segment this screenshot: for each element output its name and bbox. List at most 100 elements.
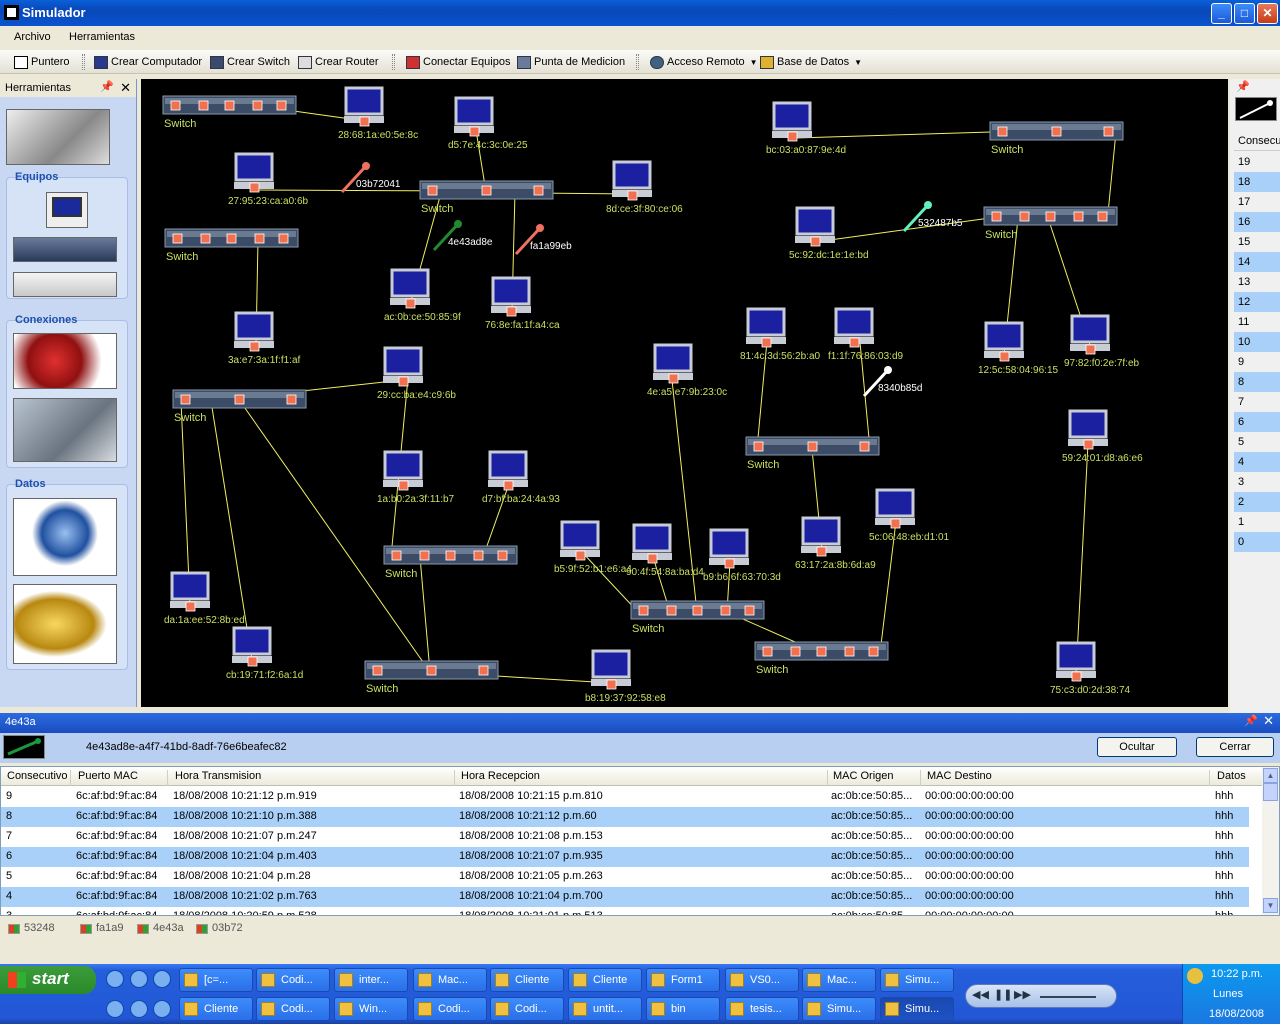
switch-port[interactable]	[224, 100, 235, 111]
computer-node[interactable]: b5:9f:52:b1:e6:a4	[554, 520, 632, 575]
switch-port[interactable]	[226, 233, 237, 244]
switch-port[interactable]	[234, 394, 245, 405]
switch-port[interactable]	[1051, 126, 1062, 137]
measurement-probe[interactable]: 532487b5	[902, 201, 963, 233]
taskbar-item[interactable]: tesis...	[725, 997, 799, 1021]
computer-port[interactable]	[398, 480, 409, 491]
monitor-icon[interactable]	[875, 488, 915, 518]
consecutivo-item[interactable]: 3	[1234, 472, 1280, 492]
switch-port[interactable]	[720, 605, 731, 616]
switch-port[interactable]	[198, 100, 209, 111]
close-icon[interactable]: ✕	[120, 80, 131, 96]
pin-icon[interactable]: 📌	[100, 80, 114, 93]
switch-port[interactable]	[276, 100, 287, 111]
pin-icon[interactable]: 📌	[1244, 714, 1258, 727]
punta-medicion-button[interactable]: Punta de Medicion	[517, 54, 625, 70]
computer-node[interactable]: 28:68:1a:e0:5e:8c	[338, 86, 418, 141]
network-link[interactable]	[1075, 442, 1089, 676]
consecutivo-item[interactable]: 6	[1234, 412, 1280, 432]
consecutivo-item[interactable]: 17	[1234, 192, 1280, 212]
switch-port[interactable]	[1073, 211, 1084, 222]
switch-port[interactable]	[807, 441, 818, 452]
quicklaunch-icon[interactable]	[130, 1000, 148, 1018]
computer-node[interactable]: d7:bf:ba:24:4a:93	[482, 450, 560, 505]
switch-node[interactable]: Switch	[745, 436, 880, 471]
switch-port[interactable]	[286, 394, 297, 405]
crear-switch-button[interactable]: Crear Switch	[210, 54, 290, 70]
computer-port[interactable]	[668, 373, 679, 384]
col-hora-recepcion[interactable]: Hora Recepcion	[456, 770, 828, 786]
taskbar-item[interactable]: bin	[646, 997, 720, 1021]
network-link[interactable]	[1107, 131, 1117, 214]
media-controls[interactable]: ◀◀ ❚❚ ▶▶	[965, 984, 1117, 1008]
computer-node[interactable]: 97:82:f0:2e:7f:eb	[1064, 314, 1140, 369]
monitor-icon[interactable]	[984, 321, 1024, 351]
taskbar-item[interactable]: Simu...	[880, 968, 954, 992]
table-row[interactable]: 7 6c:af:bd:9f:ac:84 18/08/2008 10:21:07 p.…	[1, 827, 1249, 847]
monitor-icon[interactable]	[383, 346, 423, 376]
computer-port[interactable]	[999, 351, 1010, 362]
monitor-icon[interactable]	[234, 152, 274, 182]
col-mac-destino[interactable]: MAC Destino	[922, 770, 1210, 786]
switch-port[interactable]	[252, 100, 263, 111]
switch-port[interactable]	[744, 605, 755, 616]
monitor-icon[interactable]	[612, 160, 652, 190]
scroll-thumb[interactable]	[1263, 783, 1278, 801]
consecutivo-item[interactable]: 19	[1234, 152, 1280, 172]
switch-port[interactable]	[533, 185, 544, 196]
taskbar-item[interactable]: Codi...	[490, 997, 564, 1021]
monitor-icon[interactable]	[383, 450, 423, 480]
computer-node[interactable]: 90:4f:54:8a:ba:d4	[626, 523, 704, 578]
consecutivo-item[interactable]: 2	[1234, 492, 1280, 512]
computer-port[interactable]	[647, 553, 658, 564]
computer-port[interactable]	[810, 236, 821, 247]
computer-port[interactable]	[849, 337, 860, 348]
table-row[interactable]: 8 6c:af:bd:9f:ac:84 18/08/2008 10:21:10 p.…	[1, 807, 1249, 827]
switch-port[interactable]	[666, 605, 677, 616]
consecutivo-item[interactable]: 11	[1234, 312, 1280, 332]
crear-computador-button[interactable]: Crear Computador	[94, 54, 202, 70]
computer-node[interactable]: 27:95:23:ca:a0:6b	[228, 152, 309, 207]
consecutivo-item[interactable]: 7	[1234, 392, 1280, 412]
table-row[interactable]: 9 6c:af:bd:9f:ac:84 18/08/2008 10:21:12 p.…	[1, 787, 1249, 807]
consecutivo-item[interactable]: 8	[1234, 372, 1280, 392]
minimize-button[interactable]: _	[1211, 3, 1232, 24]
computer-port[interactable]	[606, 679, 617, 690]
messenger-icon[interactable]	[106, 970, 124, 988]
consecutivo-item[interactable]: 13	[1234, 272, 1280, 292]
switch-port[interactable]	[391, 550, 402, 561]
switch-port[interactable]	[816, 646, 827, 657]
maximize-button[interactable]: □	[1234, 3, 1255, 24]
computer-port[interactable]	[1071, 671, 1082, 682]
remote-access-tool[interactable]	[13, 498, 117, 576]
taskbar-item[interactable]: Form1	[646, 968, 720, 992]
switch-port[interactable]	[426, 665, 437, 676]
switch-port[interactable]	[481, 185, 492, 196]
user-tray-icon[interactable]	[1187, 968, 1203, 984]
switch-port[interactable]	[1045, 211, 1056, 222]
computer-port[interactable]	[185, 601, 196, 612]
taskbar-item[interactable]: Simu...	[880, 997, 954, 1021]
computer-port[interactable]	[787, 131, 798, 142]
switch-port[interactable]	[473, 550, 484, 561]
computer-node[interactable]: 76:8e:fa:1f:a4:ca	[485, 276, 560, 331]
computer-port[interactable]	[503, 480, 514, 491]
switch-node[interactable]: Switch	[419, 180, 554, 215]
switch-port[interactable]	[868, 646, 879, 657]
monitor-icon[interactable]	[390, 268, 430, 298]
switch-port[interactable]	[497, 550, 508, 561]
consecutivo-item[interactable]: 14	[1234, 252, 1280, 272]
close-icon[interactable]: ✕	[1263, 713, 1274, 729]
network-link[interactable]	[580, 550, 639, 613]
computer-node[interactable]: 12:5c:58:04:96:15	[978, 321, 1059, 376]
monitor-icon[interactable]	[1056, 641, 1096, 671]
taskbar-item[interactable]: Simu...	[802, 997, 876, 1021]
consecutivo-item[interactable]: 15	[1234, 232, 1280, 252]
monitor-icon[interactable]	[232, 626, 272, 656]
network-link[interactable]	[795, 131, 992, 139]
computer-port[interactable]	[1085, 344, 1096, 355]
tab-53248[interactable]: 53248	[4, 920, 59, 938]
measurement-probe[interactable]: 03b72041	[340, 162, 401, 194]
switch-node[interactable]: Switch	[754, 641, 889, 676]
cable-tool[interactable]	[13, 333, 117, 389]
